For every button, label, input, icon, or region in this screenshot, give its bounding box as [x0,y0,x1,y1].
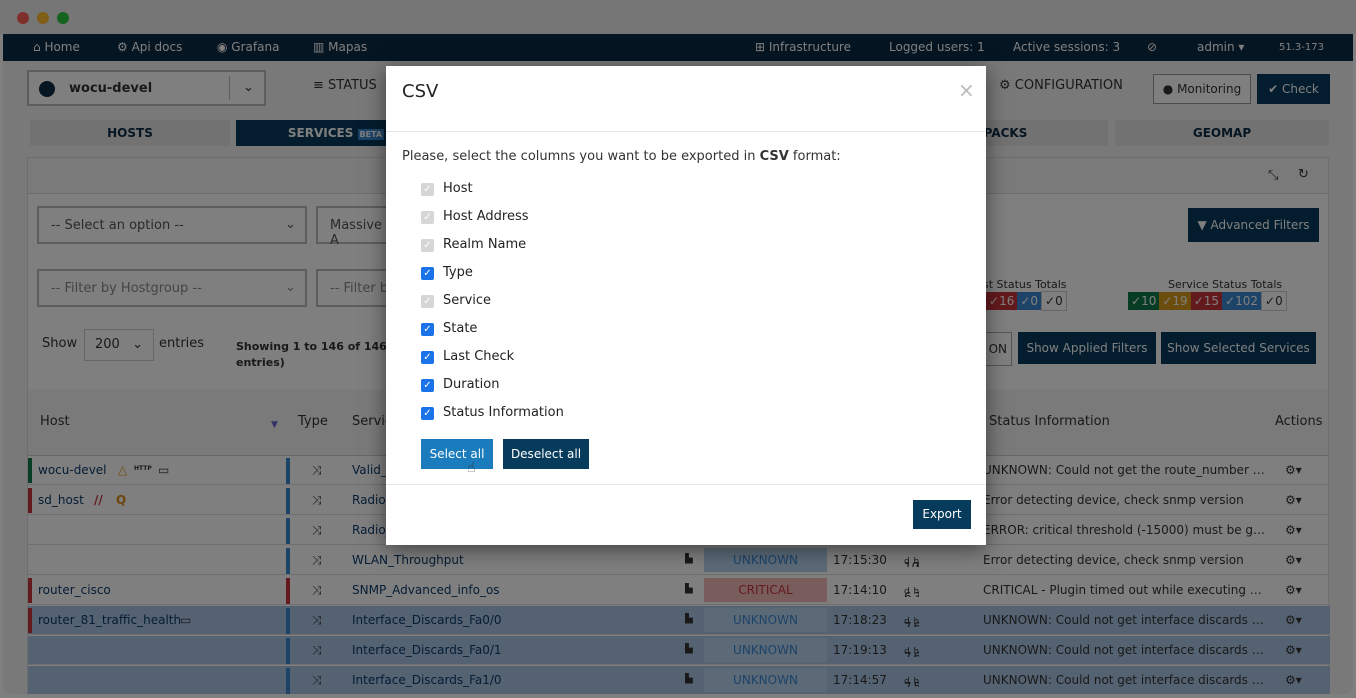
deselect-all-button[interactable]: Deselect all [503,439,589,469]
column-label: Service [443,293,492,308]
column-checkbox[interactable]: ✓ [421,267,434,280]
column-checkbox: ✓ [421,183,434,196]
column-checkbox[interactable]: ✓ [421,379,434,392]
column-label: Type [443,265,473,280]
column-label: Duration [443,377,500,392]
export-button[interactable]: Export [913,500,971,529]
column-label: Status Information [443,405,564,420]
modal-intro: Please, select the columns you want to b… [402,149,841,164]
column-checkbox: ✓ [421,295,434,308]
close-icon[interactable]: × [958,78,975,102]
column-checkbox[interactable]: ✓ [421,351,434,364]
column-label: State [443,321,478,336]
csv-export-modal: CSV × Please, select the columns you wan… [386,66,986,545]
hand-pointer-cursor-icon: ☝ [467,460,476,476]
column-label: Realm Name [443,237,527,252]
column-checkbox: ✓ [421,239,434,252]
column-checkbox: ✓ [421,211,434,224]
column-label: Host Address [443,209,529,224]
select-all-button[interactable]: Select all [421,439,493,469]
column-checkbox[interactable]: ✓ [421,407,434,420]
column-label: Host [443,181,473,196]
modal-title: CSV [402,81,439,102]
column-checkbox[interactable]: ✓ [421,323,434,336]
column-label: Last Check [443,349,515,364]
